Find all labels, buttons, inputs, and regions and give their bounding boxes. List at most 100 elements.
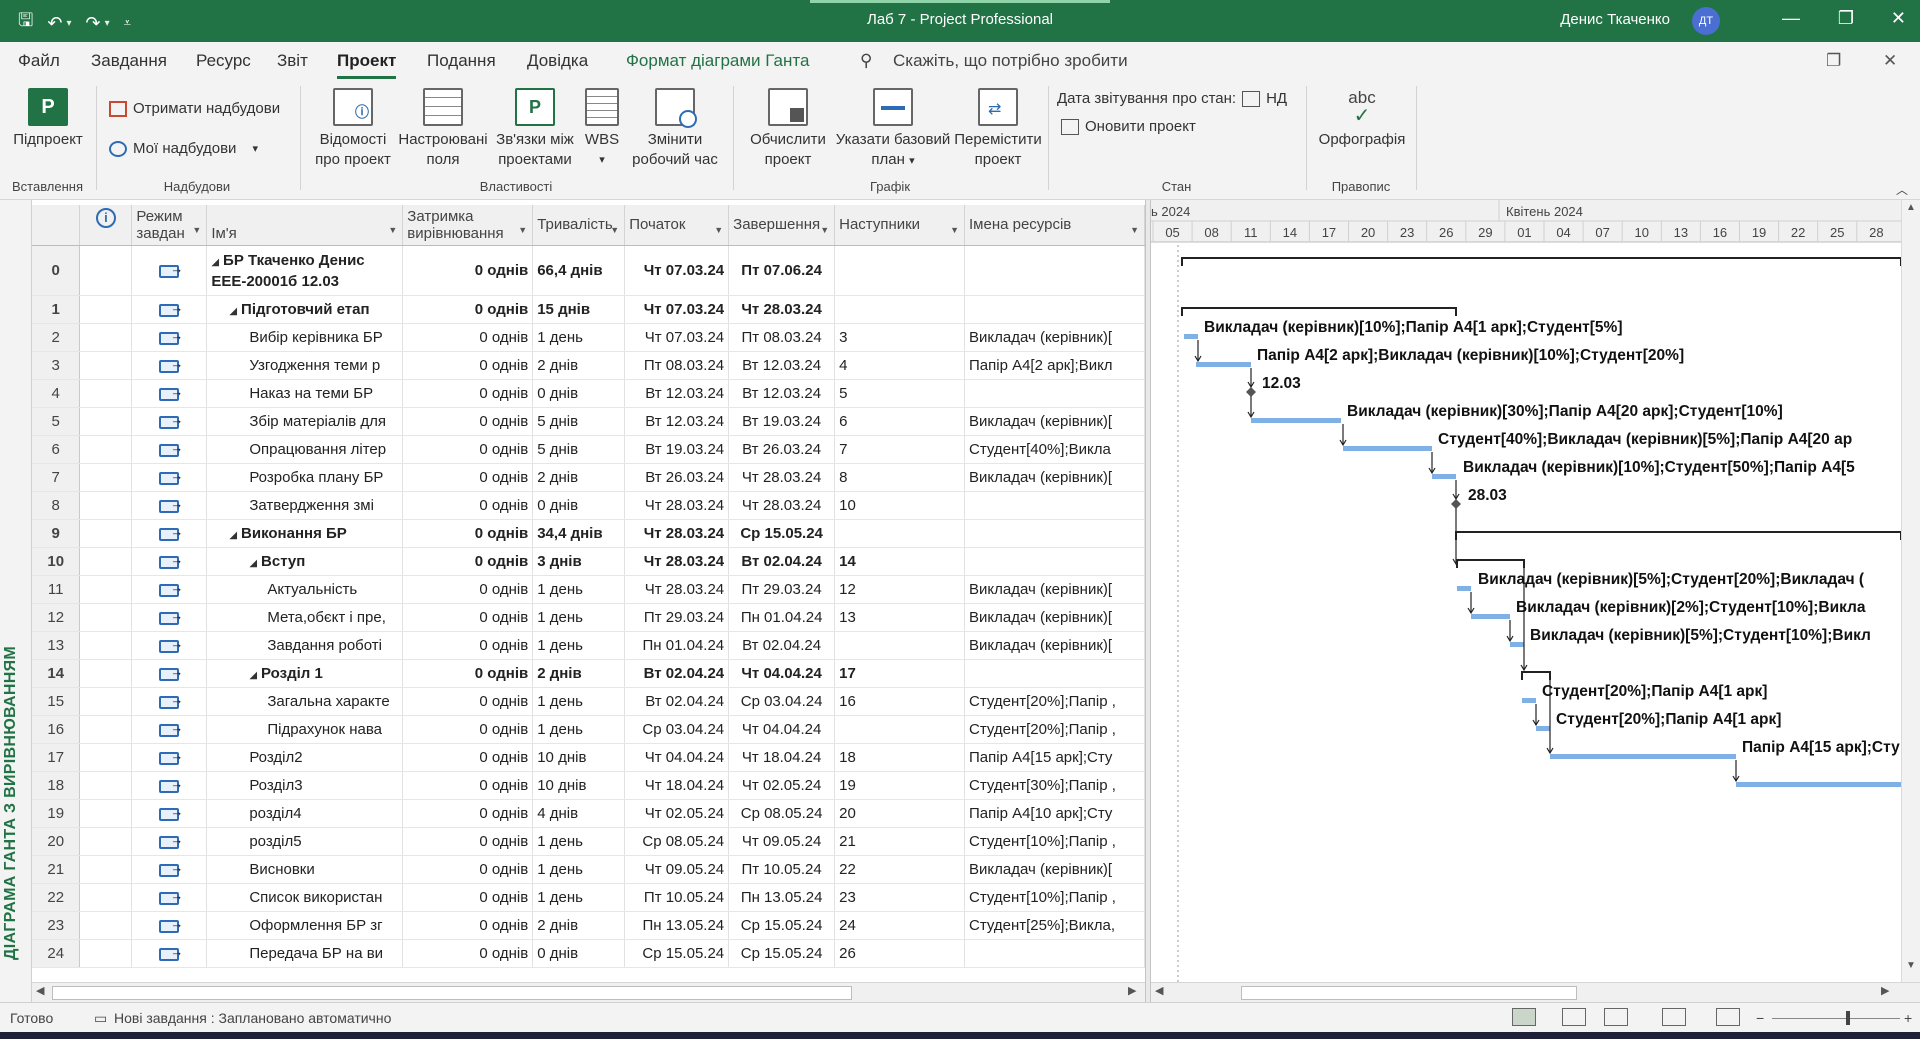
- row-resources[interactable]: Викладач (керівник)[: [964, 463, 1145, 492]
- vertical-scrollbar[interactable]: ▲ ▼: [1901, 200, 1920, 982]
- summary-bar[interactable]: [1521, 671, 1551, 680]
- row-leveling-delay[interactable]: 0 однів: [402, 659, 534, 688]
- row-leveling-delay[interactable]: 0 однів: [402, 351, 534, 380]
- row-successors[interactable]: [834, 715, 965, 744]
- table-row[interactable]: 16 Підрахунок нава 0 однів1 деньСр 03.04.2…: [32, 715, 1145, 744]
- row-id[interactable]: 18: [32, 771, 81, 800]
- row-leveling-delay[interactable]: 0 однів: [402, 771, 534, 800]
- row-start[interactable]: Чт 07.03.24: [624, 295, 730, 324]
- row-successors[interactable]: 18: [834, 743, 965, 772]
- row-start[interactable]: Пт 08.03.24: [624, 351, 730, 380]
- row-mode[interactable]: [131, 603, 208, 632]
- row-name[interactable]: Завдання роботі: [206, 631, 404, 660]
- row-successors[interactable]: 3: [834, 323, 965, 352]
- new-tasks-mode[interactable]: Нові завдання : Заплановано автоматично: [114, 1010, 391, 1026]
- row-successors[interactable]: 13: [834, 603, 965, 632]
- header-finish[interactable]: Завершення ▼: [728, 205, 836, 246]
- task-bar[interactable]: [1550, 754, 1736, 759]
- row-resources[interactable]: Студент[20%];Папір ,: [964, 715, 1145, 744]
- row-id[interactable]: 24: [32, 939, 81, 968]
- header-duration[interactable]: Тривалість ▼: [532, 205, 626, 246]
- my-addins-button[interactable]: Мої надбудови ▾: [109, 140, 258, 157]
- zoom-slider[interactable]: [1772, 1018, 1900, 1019]
- row-successors[interactable]: 21: [834, 827, 965, 856]
- row-leveling-delay[interactable]: 0 однів: [402, 519, 534, 548]
- row-finish[interactable]: Чт 04.04.24: [728, 659, 836, 688]
- row-start[interactable]: Вт 26.03.24: [624, 463, 730, 492]
- table-row[interactable]: 9 ◢ Виконання БР 0 однів34,4 днівЧт 28.03.2…: [32, 519, 1145, 548]
- row-duration[interactable]: 4 днів: [532, 799, 626, 828]
- row-leveling-delay[interactable]: 0 однів: [402, 743, 534, 772]
- sheet-horizontal-scrollbar[interactable]: ◀ ▶: [32, 982, 1145, 1002]
- table-row[interactable]: 20 розділ5 0 однів1 деньСр 08.05.24Чт 09.0…: [32, 827, 1145, 856]
- row-successors[interactable]: 16: [834, 687, 965, 716]
- row-start[interactable]: Вт 19.03.24: [624, 435, 730, 464]
- row-id[interactable]: 22: [32, 883, 81, 912]
- row-start[interactable]: Вт 12.03.24: [624, 379, 730, 408]
- row-duration[interactable]: 1 день: [532, 631, 626, 660]
- table-row[interactable]: 12 Мета,обєкт і пре, 0 однів1 деньПт 29.03…: [32, 603, 1145, 632]
- row-start[interactable]: Пн 01.04.24: [624, 631, 730, 660]
- row-mode[interactable]: [131, 939, 208, 968]
- row-mode[interactable]: [131, 659, 208, 688]
- row-leveling-delay[interactable]: 0 однів: [402, 827, 534, 856]
- scroll-up-icon[interactable]: ▲: [1906, 202, 1916, 213]
- row-mode[interactable]: [131, 407, 208, 436]
- scroll-right-icon[interactable]: ▶: [1881, 984, 1889, 997]
- table-row[interactable]: 17 Розділ2 0 однів10 днівЧт 04.04.24Чт 18.…: [32, 743, 1145, 772]
- row-leveling-delay[interactable]: 0 однів: [402, 463, 534, 492]
- task-bar[interactable]: [1251, 418, 1341, 423]
- row-name[interactable]: ◢ Розділ 1: [206, 659, 404, 688]
- wbs-button[interactable]: WBS ▾: [581, 88, 623, 170]
- row-mode[interactable]: [131, 435, 208, 464]
- row-name[interactable]: Затвердження змі: [206, 491, 404, 520]
- row-duration[interactable]: 2 днів: [532, 911, 626, 940]
- row-name[interactable]: Узгодження теми р: [206, 351, 404, 380]
- row-successors[interactable]: 17: [834, 659, 965, 688]
- tab-task[interactable]: Завдання: [91, 51, 167, 71]
- row-mode[interactable]: [131, 351, 208, 380]
- tab-resource[interactable]: Ресурс: [196, 51, 251, 71]
- row-name[interactable]: ◢ БР Ткаченко Денис ЕЕЕ-20001б 12.03: [206, 245, 404, 296]
- tab-gantt-format[interactable]: Формат діаграми Ганта: [626, 51, 809, 71]
- row-leveling-delay[interactable]: 0 однів: [402, 435, 534, 464]
- row-finish[interactable]: Вт 12.03.24: [728, 351, 836, 380]
- task-bar[interactable]: [1471, 614, 1510, 619]
- row-name[interactable]: Висновки: [206, 855, 404, 884]
- table-row[interactable]: 5 Збір матеріалів для 0 однів5 днівВт 12.0…: [32, 407, 1145, 436]
- table-row[interactable]: 19 розділ4 0 однів4 днівЧт 02.05.24Ср 08.0…: [32, 799, 1145, 828]
- row-duration[interactable]: 1 день: [532, 855, 626, 884]
- row-duration[interactable]: 15 днів: [532, 295, 626, 324]
- table-row[interactable]: 22 Список використан 0 однів1 деньПт 10.05…: [32, 883, 1145, 912]
- row-finish[interactable]: Чт 02.05.24: [728, 771, 836, 800]
- row-name[interactable]: розділ5: [206, 827, 404, 856]
- row-finish[interactable]: Вт 02.04.24: [728, 631, 836, 660]
- row-id[interactable]: 20: [32, 827, 81, 856]
- row-start[interactable]: Пт 10.05.24: [624, 883, 730, 912]
- resource-sheet-view-icon[interactable]: [1662, 1008, 1686, 1026]
- row-successors[interactable]: [834, 245, 965, 296]
- row-finish[interactable]: Ср 15.05.24: [728, 519, 836, 548]
- sheet-scroll-thumb[interactable]: [52, 986, 852, 1000]
- report-view-icon[interactable]: [1716, 1008, 1740, 1026]
- scroll-left-icon[interactable]: ◀: [36, 984, 44, 997]
- row-name[interactable]: Список використан: [206, 883, 404, 912]
- row-name[interactable]: Підрахунок нава: [206, 715, 404, 744]
- get-addins-button[interactable]: Отримати надбудови: [109, 100, 280, 117]
- row-start[interactable]: Чт 02.05.24: [624, 799, 730, 828]
- row-finish[interactable]: Вт 12.03.24: [728, 379, 836, 408]
- row-resources[interactable]: [964, 939, 1145, 968]
- table-row[interactable]: 6 Опрацювання літер 0 однів5 днівВт 19.03.…: [32, 435, 1145, 464]
- row-duration[interactable]: 10 днів: [532, 771, 626, 800]
- calculate-project-button[interactable]: Обчислити проект: [742, 88, 834, 170]
- row-finish[interactable]: Пт 10.05.24: [728, 855, 836, 884]
- table-row[interactable]: 3 Узгодження теми р 0 однів2 днівПт 08.03.…: [32, 351, 1145, 380]
- row-id[interactable]: 7: [32, 463, 81, 492]
- row-id[interactable]: 21: [32, 855, 81, 884]
- row-start[interactable]: Чт 28.03.24: [624, 575, 730, 604]
- row-id[interactable]: 3: [32, 351, 81, 380]
- row-name[interactable]: Мета,обєкт і пре,: [206, 603, 404, 632]
- table-row[interactable]: 8Затвердження змі0 однів0 днівЧт 28.03.2…: [32, 491, 1145, 520]
- row-resources[interactable]: Студент[10%];Папір ,: [964, 827, 1145, 856]
- row-name[interactable]: Наказ на теми БР: [206, 379, 404, 408]
